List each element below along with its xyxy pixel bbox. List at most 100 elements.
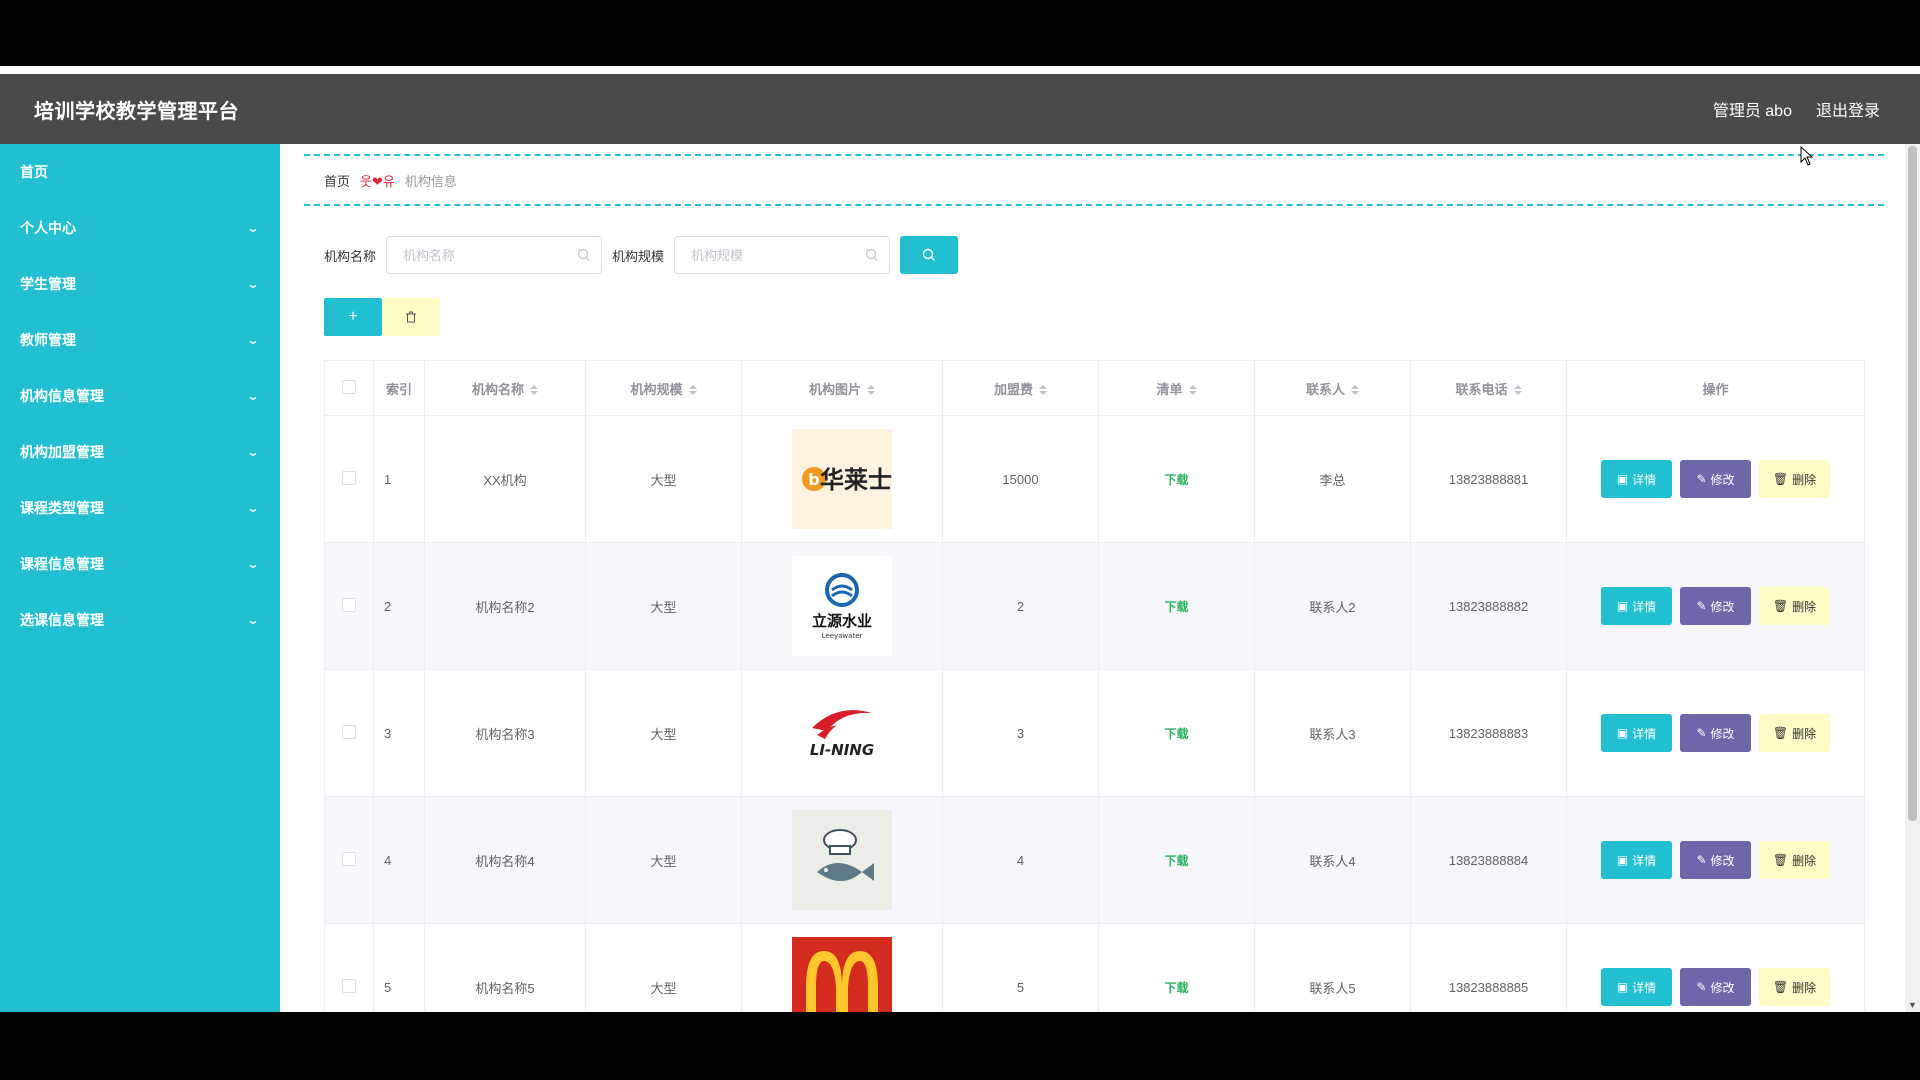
action-buttons: + [324, 298, 440, 336]
breadcrumb-home[interactable]: 首页 [324, 171, 350, 190]
sidebar-item-label: 课程类型管理 [20, 500, 104, 516]
download-link[interactable]: 下载 [1164, 981, 1188, 995]
org-scale-input[interactable] [689, 246, 860, 264]
document-icon: ▣ [1616, 472, 1629, 486]
delete-button[interactable]: 🗑 删除 [1759, 714, 1830, 752]
huakeshi-logo[interactable]: b 华莱士 [792, 429, 892, 529]
scrollbar-thumb[interactable] [1908, 146, 1917, 821]
row-contact: 李总 [1254, 415, 1411, 543]
edit-button[interactable]: ✎ 修改 [1680, 714, 1751, 752]
sidebar-item-org-franchise[interactable]: 机构加盟管理 ⌄ [0, 424, 280, 480]
sidebar-item-students[interactable]: 学生管理 ⌄ [0, 256, 280, 312]
sort-icon[interactable] [1351, 385, 1359, 396]
sidebar: 首页 个人中心 ⌄ 学生管理 ⌄ 教师管理 ⌄ 机构信息管理 ⌄ 机构加盟管理 ⌄ 课程类… [0, 144, 280, 1012]
sidebar-item-enrollment[interactable]: 选课信息管理 ⌄ [0, 592, 280, 648]
detail-button[interactable]: ▣ 详情 [1601, 587, 1672, 625]
col-scale[interactable]: 机构规模 [585, 360, 742, 416]
row-checkbox[interactable] [342, 724, 356, 739]
sort-icon[interactable] [867, 385, 875, 396]
sidebar-item-home[interactable]: 首页 [0, 144, 280, 200]
liyuan-water-logo[interactable]: 立源水业 Leeyawater [792, 556, 892, 656]
detail-label: 详情 [1632, 980, 1657, 995]
chevron-down-icon: ⌄ [246, 501, 260, 515]
detail-button[interactable]: ▣ 详情 [1601, 968, 1672, 1006]
sort-icon[interactable] [1039, 385, 1047, 396]
download-link[interactable]: 下载 [1164, 473, 1188, 487]
col-name[interactable]: 机构名称 [424, 360, 586, 416]
row-phone: 13823888883 [1410, 669, 1567, 797]
sidebar-item-label: 学生管理 [20, 276, 76, 292]
download-link[interactable]: 下载 [1164, 600, 1188, 614]
fish-chef-logo[interactable] [792, 810, 892, 910]
detail-button[interactable]: ▣ 详情 [1601, 841, 1672, 879]
row-image-cell [741, 796, 943, 924]
row-checkbox[interactable] [342, 470, 356, 485]
mcdonalds-logo[interactable] [792, 937, 892, 1012]
edit-label: 修改 [1710, 853, 1735, 868]
row-scale: 大型 [585, 796, 742, 924]
row-checkbox[interactable] [342, 597, 356, 612]
sidebar-item-course-info[interactable]: 课程信息管理 ⌄ [0, 536, 280, 592]
row-actions: ▣ 详情 ✎ 修改 🗑 删除 [1566, 923, 1865, 1012]
row-fee: 2 [942, 542, 1099, 670]
row-scale: 大型 [585, 542, 742, 670]
org-name-input[interactable] [401, 246, 572, 264]
logout-button[interactable]: 退出登录 [1816, 97, 1880, 121]
batch-delete-button[interactable] [382, 298, 440, 336]
li-ning-logo[interactable]: LI-NING [792, 683, 892, 783]
col-phone-label: 联系电话 [1455, 381, 1508, 397]
col-scale-label: 机构规模 [630, 381, 683, 397]
col-image[interactable]: 机构图片 [741, 360, 943, 416]
edit-label: 修改 [1710, 726, 1735, 741]
row-checkbox[interactable] [342, 978, 356, 993]
chevron-down-icon: ⌄ [246, 445, 260, 459]
table-row: 2 机构名称2 大型 立源水业 Leeyawater 2 下载 联系人2 138… [324, 542, 1865, 670]
col-phone[interactable]: 联系电话 [1410, 360, 1567, 416]
row-checkbox[interactable] [342, 851, 356, 866]
mcdonalds-logo-svg [806, 951, 878, 1012]
sort-icon[interactable] [1513, 385, 1522, 396]
sort-icon[interactable] [688, 385, 697, 396]
delete-button[interactable]: 🗑 删除 [1759, 460, 1830, 498]
sort-icon[interactable] [530, 385, 538, 396]
breadcrumb-separator: 웃❤유 [360, 173, 395, 189]
col-list[interactable]: 清单 [1098, 360, 1255, 416]
vertical-scrollbar[interactable]: ▼ [1905, 144, 1920, 1012]
row-image-cell [741, 923, 943, 1012]
col-contact-label: 联系人 [1305, 381, 1345, 397]
search-button[interactable] [900, 236, 959, 274]
table-row: 4 机构名称4 大型 4 下载 联系人4 13823888884 ▣ 详情 ✎ … [324, 796, 1865, 924]
svg-text:立源水业: 立源水业 [812, 612, 872, 630]
delete-button[interactable]: 🗑 删除 [1759, 587, 1830, 625]
row-name: 机构名称4 [424, 796, 586, 924]
detail-button[interactable]: ▣ 详情 [1601, 714, 1672, 752]
delete-button[interactable]: 🗑 删除 [1759, 968, 1830, 1006]
detail-button[interactable]: ▣ 详情 [1601, 460, 1672, 498]
add-button[interactable]: + [324, 298, 382, 336]
sidebar-item-org-info[interactable]: 机构信息管理 ⌄ [0, 368, 280, 424]
select-all-checkbox[interactable] [342, 379, 356, 394]
row-contact: 联系人2 [1254, 542, 1411, 670]
document-icon: ▣ [1616, 599, 1629, 613]
edit-button[interactable]: ✎ 修改 [1680, 587, 1751, 625]
edit-button[interactable]: ✎ 修改 [1680, 968, 1751, 1006]
org-scale-field [674, 236, 891, 274]
download-link[interactable]: 下载 [1164, 854, 1188, 868]
sidebar-item-teachers[interactable]: 教师管理 ⌄ [0, 312, 280, 368]
edit-button[interactable]: ✎ 修改 [1680, 460, 1751, 498]
sort-icon[interactable] [1188, 385, 1197, 396]
row-phone: 13823888882 [1410, 542, 1567, 670]
sidebar-item-personal-center[interactable]: 个人中心 ⌄ [0, 200, 280, 256]
fish-chef-logo-svg [817, 829, 874, 881]
col-fee[interactable]: 加盟费 [942, 360, 1099, 416]
svg-text:b: b [808, 470, 819, 489]
delete-button[interactable]: 🗑 删除 [1759, 841, 1830, 879]
col-contact[interactable]: 联系人 [1254, 360, 1411, 416]
scroll-down-arrow-icon[interactable]: ▼ [1908, 1000, 1917, 1010]
download-link[interactable]: 下载 [1164, 727, 1188, 741]
sidebar-item-course-types[interactable]: 课程类型管理 ⌄ [0, 480, 280, 536]
sidebar-item-label: 机构信息管理 [20, 388, 104, 404]
edit-button[interactable]: ✎ 修改 [1680, 841, 1751, 879]
sidebar-item-label: 选课信息管理 [20, 612, 104, 628]
row-name: XX机构 [424, 415, 586, 543]
